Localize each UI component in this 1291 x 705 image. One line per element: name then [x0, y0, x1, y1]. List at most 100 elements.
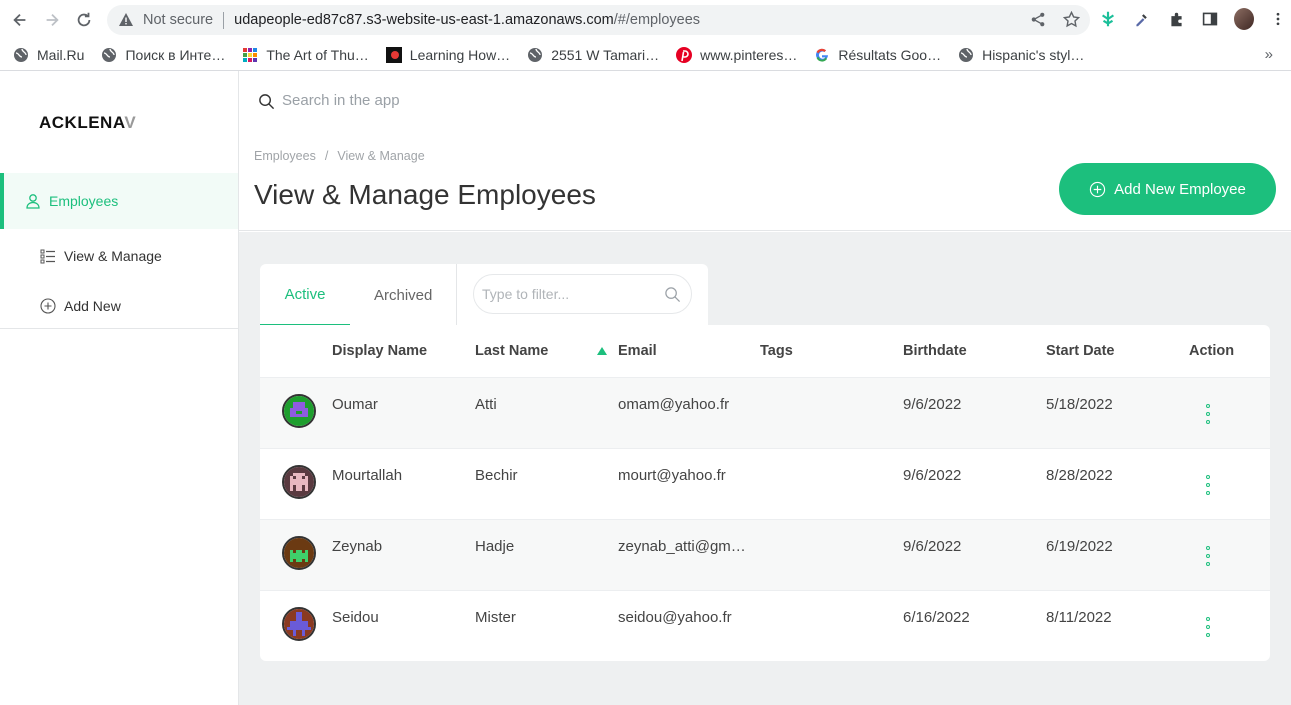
cell-email: omam@yahoo.fr: [618, 396, 730, 413]
breadcrumb-separator: /: [324, 149, 329, 163]
table-row[interactable]: Seidou Mister seidou@yahoo.fr 6/16/2022 …: [260, 591, 1270, 661]
forward-icon[interactable]: [36, 4, 68, 36]
bookmark-item[interactable]: 2551 W Tamari…: [527, 47, 659, 63]
side-panel-icon[interactable]: [1200, 9, 1220, 29]
warning-icon: [119, 13, 133, 26]
sidebar-item-label: Employees: [49, 193, 119, 209]
filter-input[interactable]: Type to filter...: [473, 274, 692, 314]
table-row[interactable]: Oumar Atti omam@yahoo.fr 9/6/2022 5/18/2…: [260, 378, 1270, 449]
bookmark-label: Résultats Goo…: [838, 47, 942, 63]
breadcrumb-employees[interactable]: Employees: [254, 149, 316, 163]
row-actions-icon[interactable]: [1205, 404, 1211, 424]
list-icon: [40, 249, 55, 264]
bookmark-label: Hispanic's styl…: [982, 47, 1085, 63]
sidebar-item-label: Add New: [64, 298, 121, 314]
google-icon: [814, 47, 830, 63]
column-email[interactable]: Email: [618, 343, 657, 359]
column-start-date[interactable]: Start Date: [1046, 343, 1115, 359]
pixel-avatar-icon: [284, 538, 314, 568]
globe-icon: [101, 47, 117, 63]
avatar: [282, 394, 316, 428]
cell-birthdate: 9/6/2022: [903, 396, 962, 413]
column-display-name[interactable]: Display Name: [332, 343, 427, 359]
security-label: Not secure: [143, 12, 214, 28]
row-actions-icon[interactable]: [1205, 617, 1211, 637]
bookmark-item[interactable]: Learning How…: [385, 47, 511, 63]
bookmark-item[interactable]: Поиск в Инте…: [101, 47, 225, 63]
address-bar[interactable]: Not secure udapeople-ed87c87.s3-website-…: [107, 5, 1090, 35]
eyedropper-icon[interactable]: [1132, 9, 1152, 29]
search-icon: [259, 94, 275, 110]
app-search-input[interactable]: Search in the app: [282, 92, 400, 109]
bookmark-item[interactable]: Mail.Ru: [13, 47, 84, 63]
cell-last-name: Bechir: [475, 467, 518, 484]
cell-start-date: 5/18/2022: [1046, 396, 1113, 413]
cell-start-date: 8/28/2022: [1046, 467, 1113, 484]
column-birthdate[interactable]: Birthdate: [903, 343, 967, 359]
sidebar-divider: [0, 328, 238, 329]
tab-archived[interactable]: Archived: [374, 264, 432, 326]
avatar: [282, 536, 316, 570]
pixel-avatar-icon: [284, 467, 314, 497]
bookmark-label: Learning How…: [409, 47, 511, 63]
cell-email: zeynab_atti@gma…: [618, 538, 751, 555]
user-icon: [26, 194, 40, 209]
cb-icon: [385, 47, 402, 63]
page-title: View & Manage Employees: [254, 179, 596, 210]
omnibox-divider: [223, 11, 225, 29]
plus-circle-icon: [40, 298, 56, 314]
tab-active[interactable]: Active: [260, 264, 350, 326]
share-icon[interactable]: [1030, 11, 1047, 28]
globe-icon: [13, 47, 29, 63]
app-logo[interactable]: ACKLENAV: [39, 113, 136, 133]
bookmark-item[interactable]: Résultats Goo…: [814, 47, 941, 63]
url-path: /#/employees: [613, 12, 701, 28]
bookmark-label: www.pinteres…: [700, 47, 798, 63]
bookmark-item[interactable]: www.pinteres…: [676, 47, 797, 63]
row-actions-icon[interactable]: [1205, 475, 1211, 495]
bookmark-label: Mail.Ru: [37, 47, 85, 63]
pinterest-icon: [676, 47, 693, 63]
extension-tree-icon[interactable]: [1098, 9, 1118, 29]
avatar: [282, 465, 316, 499]
column-last-name[interactable]: Last Name: [475, 343, 548, 359]
globe-icon: [527, 47, 543, 63]
app-root: ACKLENAV Employees View & Manage Add New…: [0, 71, 1291, 705]
profile-avatar[interactable]: [1234, 8, 1254, 30]
bookmarks-overflow-button[interactable]: »: [1265, 46, 1273, 63]
avatar: [282, 607, 316, 641]
star-icon[interactable]: [1063, 11, 1080, 28]
cell-start-date: 6/19/2022: [1046, 538, 1113, 555]
cell-last-name: Hadje: [475, 538, 515, 555]
app-topbar: Search in the app: [239, 71, 1291, 129]
filter-placeholder: Type to filter...: [482, 286, 570, 302]
row-actions-icon[interactable]: [1205, 546, 1211, 566]
bookmark-item[interactable]: The Art of Thu…: [242, 47, 369, 63]
cell-last-name: Mister: [475, 609, 516, 626]
sidebar-item-add-new[interactable]: Add New: [0, 291, 238, 321]
sidebar-item-view-manage[interactable]: View & Manage: [0, 241, 238, 271]
back-icon[interactable]: [4, 4, 36, 36]
add-new-employee-label: Add New Employee: [1114, 180, 1246, 198]
sidebar-item-label: View & Manage: [64, 248, 162, 264]
bookmarks-bar: Mail.Ru Поиск в Инте… The Art of Thu… Le…: [0, 40, 1291, 71]
cell-email: seidou@yahoo.fr: [618, 609, 732, 626]
column-tags[interactable]: Tags: [760, 343, 793, 359]
cell-start-date: 8/11/2022: [1046, 609, 1112, 626]
menu-kebab-icon[interactable]: [1268, 9, 1288, 29]
add-new-employee-button[interactable]: Add New Employee: [1059, 163, 1276, 215]
breadcrumb: Employees / View & Manage: [254, 149, 425, 163]
sidebar-item-employees[interactable]: Employees: [0, 173, 238, 229]
reload-icon[interactable]: [68, 4, 100, 36]
plus-circle-icon: [1089, 181, 1106, 197]
pixel-avatar-icon: [284, 609, 314, 639]
sort-ascending-icon[interactable]: [597, 347, 607, 355]
cell-birthdate: 9/6/2022: [903, 467, 962, 484]
extensions-puzzle-icon[interactable]: [1166, 9, 1186, 29]
cell-birthdate: 6/16/2022: [903, 609, 970, 626]
table-row[interactable]: Mourtallah Bechir mourt@yahoo.fr 9/6/202…: [260, 449, 1270, 520]
search-icon: [665, 287, 681, 303]
bookmark-item[interactable]: Hispanic's styl…: [958, 47, 1084, 63]
table-row[interactable]: Zeynab Hadje zeynab_atti@gma… 9/6/2022 6…: [260, 520, 1270, 591]
browser-toolbar: Not secure udapeople-ed87c87.s3-website-…: [0, 0, 1291, 40]
